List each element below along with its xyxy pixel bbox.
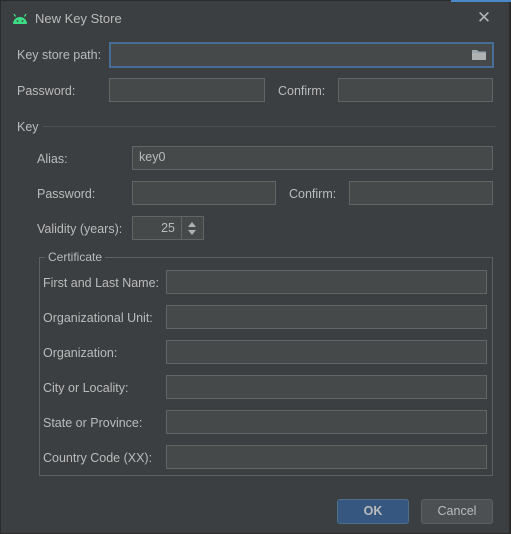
alias-label: Alias: — [37, 152, 68, 166]
key-password-field[interactable] — [132, 181, 276, 205]
folder-icon[interactable] — [472, 49, 486, 60]
organizational-unit-label: Organizational Unit: — [43, 311, 153, 325]
validity-stepper[interactable] — [182, 216, 204, 240]
key-password-label: Password: — [37, 187, 96, 201]
key-confirm-field[interactable] — [349, 181, 493, 205]
keystore-password-label: Password: — [17, 84, 76, 98]
country-code-field[interactable] — [166, 445, 487, 469]
validity-label: Validity (years): — [37, 222, 123, 236]
title-bar: New Key Store ✕ — [1, 1, 510, 35]
organizational-unit-field[interactable] — [166, 305, 487, 329]
key-section-divider — [43, 126, 496, 127]
organization-label: Organization: — [43, 346, 118, 360]
cancel-button[interactable]: Cancel — [421, 499, 493, 524]
first-last-name-field[interactable] — [166, 270, 487, 294]
dialog-title: New Key Store — [35, 11, 122, 26]
key-store-path-label: Key store path: — [17, 48, 102, 62]
keystore-confirm-label: Confirm: — [278, 84, 326, 98]
new-key-store-dialog: New Key Store ✕ Key store path: Password… — [0, 0, 511, 534]
android-icon — [13, 13, 27, 24]
first-last-name-label: First and Last Name: — [43, 276, 160, 290]
certificate-legend: Certificate — [45, 250, 106, 264]
state-province-field[interactable] — [166, 410, 487, 434]
validity-input[interactable]: 25 — [132, 216, 182, 240]
state-province-label: State or Province: — [43, 416, 143, 430]
stepper-down-icon[interactable] — [188, 230, 196, 235]
organization-field[interactable] — [166, 340, 487, 364]
city-locality-field[interactable] — [166, 375, 487, 399]
country-code-label: Country Code (XX): — [43, 451, 153, 465]
keystore-confirm-field[interactable] — [338, 78, 493, 102]
ok-button[interactable]: OK — [337, 499, 409, 524]
alias-field[interactable]: key0 — [132, 146, 493, 170]
stepper-up-icon[interactable] — [188, 222, 196, 227]
city-locality-label: City or Locality: — [43, 381, 129, 395]
key-store-path-input[interactable] — [109, 42, 494, 68]
background-window-accent — [451, 0, 511, 2]
keystore-password-field[interactable] — [109, 78, 265, 102]
alias-value: key0 — [139, 150, 166, 164]
key-confirm-label: Confirm: — [289, 187, 337, 201]
key-section-label: Key — [17, 120, 39, 134]
close-icon[interactable]: ✕ — [473, 7, 495, 29]
